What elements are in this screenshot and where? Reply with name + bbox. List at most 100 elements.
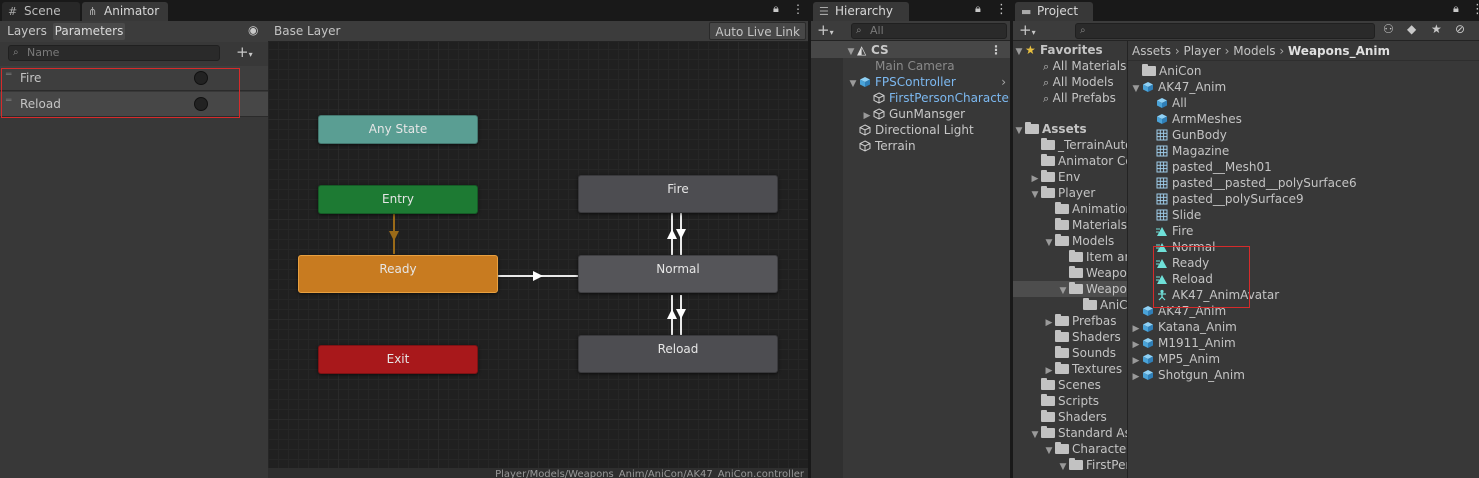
project-folder-item[interactable]: ▶ Textures — [1013, 361, 1127, 377]
state-any-state[interactable]: Any State — [318, 115, 478, 144]
more-menu-icon[interactable]: ⋮ — [995, 2, 1008, 17]
lock-icon[interactable]: 🔒︎ — [773, 2, 779, 16]
favorites-header[interactable]: ▼ ★ Favorites — [1013, 42, 1127, 58]
chevron-right-icon[interactable]: › — [1001, 74, 1006, 90]
more-menu-icon[interactable]: ⋮ — [1471, 2, 1479, 17]
project-folder-item[interactable]: ▼ Standard Assets — [1013, 425, 1127, 441]
expand-arrow-icon[interactable]: ▼ — [1043, 235, 1055, 249]
project-folder-item[interactable]: Scenes — [1013, 377, 1127, 393]
hierarchy-item[interactable]: Directional Light — [811, 122, 1010, 138]
param-search-input[interactable]: ⌕ Name — [8, 45, 220, 61]
expand-arrow-icon[interactable]: ▼ — [1130, 81, 1142, 95]
hidden-packages-icon[interactable]: ⊘ — [1455, 22, 1465, 36]
expand-arrow-icon[interactable]: ▶ — [1130, 337, 1142, 351]
create-icon[interactable]: +▾ — [1019, 21, 1036, 39]
expand-arrow-icon[interactable]: ▼ — [1057, 283, 1069, 297]
project-folder-item[interactable]: Scripts — [1013, 393, 1127, 409]
asset-item[interactable]: ▶ M1911_Anim — [1128, 335, 1479, 351]
favorite-star-icon[interactable]: ★ — [1431, 22, 1442, 36]
breadcrumb-item[interactable]: Models — [1233, 44, 1275, 58]
expand-arrow-icon[interactable]: ▼ — [1029, 427, 1041, 441]
search-by-label-icon[interactable]: ◆ — [1407, 22, 1416, 36]
state-exit[interactable]: Exit — [318, 345, 478, 374]
favorite-item[interactable]: ⌕ All Models — [1013, 74, 1127, 90]
asset-item[interactable]: ArmMeshes — [1128, 111, 1479, 127]
asset-item[interactable]: ▶ Katana_Anim — [1128, 319, 1479, 335]
asset-item[interactable]: ▶ Shotgun_Anim — [1128, 367, 1479, 383]
expand-arrow-icon[interactable]: ▼ — [845, 44, 857, 58]
asset-item[interactable]: GunBody — [1128, 127, 1479, 143]
search-by-type-icon[interactable]: ⚇ — [1383, 22, 1394, 36]
subtab-layers[interactable]: Layers — [3, 23, 51, 40]
state-reload[interactable]: Reload — [578, 335, 778, 373]
tab-scene[interactable]: # Scene — [2, 2, 80, 21]
eye-icon[interactable]: ◉ — [248, 23, 258, 37]
project-folder-item[interactable]: _TerrainAutoUpgrade — [1013, 137, 1127, 153]
project-folder-item[interactable]: ▶ Prefbas — [1013, 313, 1127, 329]
expand-arrow-icon[interactable]: ▼ — [1013, 44, 1025, 58]
asset-item[interactable]: AniCon — [1128, 63, 1479, 79]
expand-arrow-icon[interactable]: ▶ — [1130, 369, 1142, 383]
asset-item[interactable]: pasted__polySurface9 — [1128, 191, 1479, 207]
favorite-item[interactable]: ⌕ All Prefabs — [1013, 90, 1127, 106]
more-menu-icon[interactable]: ⋮ — [990, 42, 1002, 58]
expand-arrow-icon[interactable]: ▶ — [861, 108, 873, 122]
project-folder-item[interactable]: Weapons — [1013, 265, 1127, 281]
asset-item[interactable]: pasted__pasted__polySurface6 — [1128, 175, 1479, 191]
hierarchy-item[interactable]: ▼ ◭ CS ⋮ — [811, 42, 1010, 58]
lock-icon[interactable]: 🔒︎ — [975, 2, 981, 16]
expand-arrow-icon[interactable]: ▶ — [1043, 363, 1055, 377]
project-folder-item[interactable]: ▼ FirstPersonCharacter — [1013, 457, 1127, 473]
expand-arrow-icon[interactable]: ▼ — [1029, 187, 1041, 201]
project-folder-item[interactable]: ▼ Models — [1013, 233, 1127, 249]
tab-hierarchy[interactable]: ☰ Hierarchy — [813, 2, 909, 21]
asset-item[interactable]: ▶ MP5_Anim — [1128, 351, 1479, 367]
project-folder-item[interactable]: Animator Controllers — [1013, 153, 1127, 169]
breadcrumb-item[interactable]: Assets — [1132, 44, 1171, 58]
asset-item[interactable]: ▼ AK47_Anim — [1128, 79, 1479, 95]
assets-header[interactable]: ▼ Assets — [1013, 121, 1127, 137]
breadcrumb-current[interactable]: Weapons_Anim — [1288, 44, 1390, 58]
expand-arrow-icon[interactable]: ▶ — [1029, 171, 1041, 185]
hierarchy-item[interactable]: Main Camera — [811, 58, 1010, 74]
state-entry[interactable]: Entry — [318, 185, 478, 214]
project-folder-item[interactable]: ▼ Player — [1013, 185, 1127, 201]
tab-project[interactable]: ▬ Project — [1015, 2, 1093, 21]
add-parameter-icon[interactable]: +▾ — [236, 43, 253, 61]
expand-arrow-icon[interactable]: ▶ — [1130, 353, 1142, 367]
expand-arrow-icon[interactable]: ▼ — [1013, 123, 1025, 137]
create-icon[interactable]: +▾ — [817, 21, 834, 39]
project-folder-item[interactable]: Shaders — [1013, 329, 1127, 345]
favorite-item[interactable]: ⌕ All Materials — [1013, 58, 1127, 74]
hierarchy-search-input[interactable]: ⌕ All — [851, 23, 1007, 39]
breadcrumb-item[interactable]: Player — [1184, 44, 1221, 58]
lock-icon[interactable]: 🔒︎ — [1453, 2, 1459, 16]
project-search-input[interactable]: ⌕ — [1075, 23, 1375, 39]
expand-arrow-icon[interactable]: ▶ — [1043, 315, 1055, 329]
hierarchy-item[interactable]: FirstPersonCharacter — [811, 90, 1010, 106]
project-folder-item[interactable]: AniCon — [1013, 297, 1127, 313]
asset-item[interactable]: Slide — [1128, 207, 1479, 223]
state-normal[interactable]: Normal — [578, 255, 778, 293]
project-folder-item[interactable]: Shaders — [1013, 409, 1127, 425]
hierarchy-item[interactable]: ▶ GunMansger — [811, 106, 1010, 122]
asset-item[interactable]: Fire — [1128, 223, 1479, 239]
project-folder-item[interactable]: Sounds — [1013, 345, 1127, 361]
tab-animator[interactable]: ⋔ Animator — [82, 2, 168, 21]
subtab-parameters[interactable]: Parameters — [53, 23, 125, 40]
hierarchy-item[interactable]: ▼ FPSController › — [811, 74, 1010, 90]
expand-arrow-icon[interactable]: ▼ — [1043, 443, 1055, 457]
hierarchy-item[interactable]: Terrain — [811, 138, 1010, 154]
project-folder-item[interactable]: Animations — [1013, 201, 1127, 217]
project-folder-item[interactable]: ▼ Characters — [1013, 441, 1127, 457]
asset-item[interactable]: Magazine — [1128, 143, 1479, 159]
more-menu-icon[interactable]: ⋮ — [792, 2, 804, 16]
project-folder-item[interactable]: ▶ Env — [1013, 169, 1127, 185]
asset-item[interactable]: pasted__Mesh01 — [1128, 159, 1479, 175]
state-fire[interactable]: Fire — [578, 175, 778, 213]
project-folder-item[interactable]: Materials — [1013, 217, 1127, 233]
expand-arrow-icon[interactable]: ▶ — [1130, 321, 1142, 335]
animator-graph[interactable]: Base Layer Auto Live Link Any State Entr… — [268, 21, 808, 478]
project-folder-item[interactable]: Item and Equipment — [1013, 249, 1127, 265]
asset-item[interactable]: All — [1128, 95, 1479, 111]
